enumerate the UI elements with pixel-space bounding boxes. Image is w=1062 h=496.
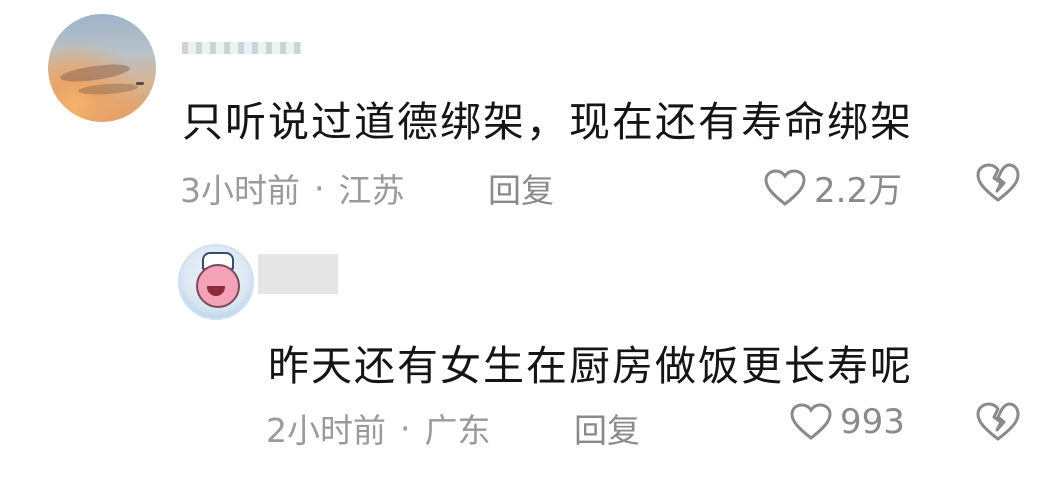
dislike-button[interactable] [976, 402, 1020, 446]
like-button[interactable]: 993 [790, 402, 905, 442]
commenter-avatar[interactable] [48, 14, 156, 122]
avatar-cloud [77, 81, 139, 97]
like-count: 2.2万 [814, 171, 903, 211]
comment-text: 只听说过道德绑架，现在还有寿命绑架 [182, 98, 913, 146]
heart-outline-icon [764, 168, 806, 206]
comment-location: 江苏 [338, 171, 405, 210]
reply-meta: 2小时前 · 广东 [266, 404, 491, 452]
meta-separator: · [400, 408, 411, 448]
reply-commenter-avatar[interactable] [178, 244, 254, 320]
like-count: 993 [840, 402, 905, 442]
reply-username-obscured[interactable] [258, 254, 338, 294]
comment-meta: 3小时前 · 江苏 [180, 164, 405, 212]
reply-button[interactable]: 回复 [574, 404, 640, 452]
heart-outline-icon [790, 403, 832, 440]
reply-button[interactable]: 回复 [488, 164, 554, 212]
reply-time: 2小时前 [266, 411, 386, 450]
broken-heart-icon [976, 163, 1020, 202]
reply-location: 广东 [424, 411, 491, 450]
avatar-cloud [59, 61, 131, 85]
like-button[interactable]: 2.2万 [764, 163, 902, 212]
meta-separator: · [314, 168, 325, 208]
dislike-button[interactable] [976, 163, 1020, 207]
avatar-bird [136, 82, 144, 85]
comment-time: 3小时前 [180, 171, 300, 210]
commenter-username-obscured[interactable] [182, 42, 302, 54]
reply-text: 昨天还有女生在厨房做饭更长寿呢 [268, 342, 913, 390]
broken-heart-icon [976, 402, 1020, 441]
